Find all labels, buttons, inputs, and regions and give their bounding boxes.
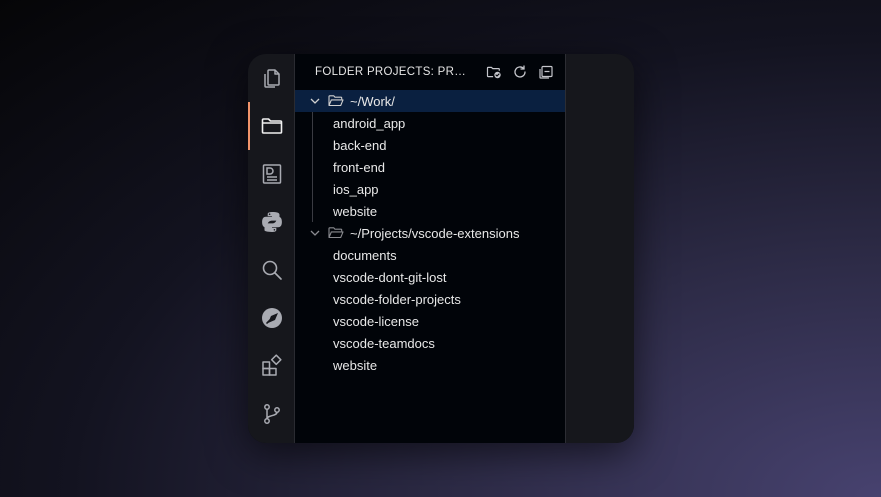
tree-item[interactable]: website bbox=[295, 200, 565, 222]
folder-open-icon bbox=[328, 226, 344, 240]
collapse-all-icon bbox=[539, 65, 553, 79]
tree-item[interactable]: back-end bbox=[295, 134, 565, 156]
tree-item[interactable]: front-end bbox=[295, 156, 565, 178]
tree-folder-vscode-extensions[interactable]: ~/Projects/vscode-extensions bbox=[295, 222, 565, 244]
tree-item-label: website bbox=[333, 203, 378, 219]
add-folder-icon bbox=[486, 66, 501, 79]
activity-search[interactable] bbox=[248, 246, 295, 294]
activity-teamdocs[interactable] bbox=[248, 150, 295, 198]
tree-item[interactable]: vscode-folder-projects bbox=[295, 288, 565, 310]
tree-item[interactable]: documents bbox=[295, 244, 565, 266]
tree-item-label: website bbox=[333, 357, 378, 373]
refresh-icon bbox=[514, 65, 526, 78]
tree-item[interactable]: vscode-license bbox=[295, 310, 565, 332]
collapse-all-button[interactable] bbox=[537, 63, 555, 81]
document-icon bbox=[262, 164, 281, 184]
add-folder-button[interactable] bbox=[485, 63, 503, 81]
rocket-icon bbox=[261, 308, 282, 328]
tree-item-label: vscode-dont-git-lost bbox=[333, 269, 447, 285]
tree-folder-label: ~/Work/ bbox=[350, 93, 395, 109]
python-icon bbox=[261, 212, 282, 232]
tree-item-label: ios_app bbox=[333, 181, 379, 197]
activity-source-control[interactable] bbox=[248, 390, 295, 438]
tree-folder-label: ~/Projects/vscode-extensions bbox=[350, 225, 520, 241]
editor-area bbox=[566, 54, 634, 443]
git-branch-icon bbox=[263, 404, 280, 424]
tree-item-label: vscode-folder-projects bbox=[333, 291, 461, 307]
sidebar-title: FOLDER PROJECTS: PROJECTS bbox=[315, 66, 473, 78]
sidebar-header: FOLDER PROJECTS: PROJECTS bbox=[295, 54, 565, 90]
activity-explorer[interactable] bbox=[248, 54, 295, 102]
tree-item[interactable]: vscode-dont-git-lost bbox=[295, 266, 565, 288]
tree-item[interactable]: website bbox=[295, 354, 565, 376]
header-actions bbox=[485, 63, 555, 81]
vscode-window: FOLDER PROJECTS: PROJECTS bbox=[248, 54, 634, 443]
folder-icon bbox=[261, 118, 282, 134]
tree-item[interactable]: ios_app bbox=[295, 178, 565, 200]
tree-item-label: front-end bbox=[333, 159, 386, 175]
activity-extensions[interactable] bbox=[248, 342, 295, 390]
tree-item-label: vscode-teamdocs bbox=[333, 335, 435, 351]
tree-item-label: documents bbox=[333, 247, 397, 263]
extensions-icon bbox=[261, 354, 282, 376]
refresh-button[interactable] bbox=[511, 63, 529, 81]
tree-item-label: back-end bbox=[333, 137, 387, 153]
activity-bar bbox=[248, 54, 295, 443]
chevron-down-icon bbox=[308, 226, 322, 240]
tree-folder-work[interactable]: ~/Work/ bbox=[295, 90, 565, 112]
activity-python[interactable] bbox=[248, 198, 295, 246]
search-icon bbox=[262, 260, 282, 280]
tree-item[interactable]: vscode-teamdocs bbox=[295, 332, 565, 354]
tree-item[interactable]: android_app bbox=[295, 112, 565, 134]
folder-open-icon bbox=[328, 94, 344, 108]
activity-folder-projects[interactable] bbox=[248, 102, 295, 150]
tree-item-label: vscode-license bbox=[333, 313, 419, 329]
folder-projects-sidebar: FOLDER PROJECTS: PROJECTS bbox=[295, 54, 566, 443]
activity-extension[interactable] bbox=[248, 294, 295, 342]
files-icon bbox=[263, 69, 280, 88]
projects-tree: ~/Work/ android_app back-end front-end i… bbox=[295, 90, 565, 376]
tree-item-label: android_app bbox=[333, 115, 406, 131]
chevron-down-icon bbox=[308, 94, 322, 108]
